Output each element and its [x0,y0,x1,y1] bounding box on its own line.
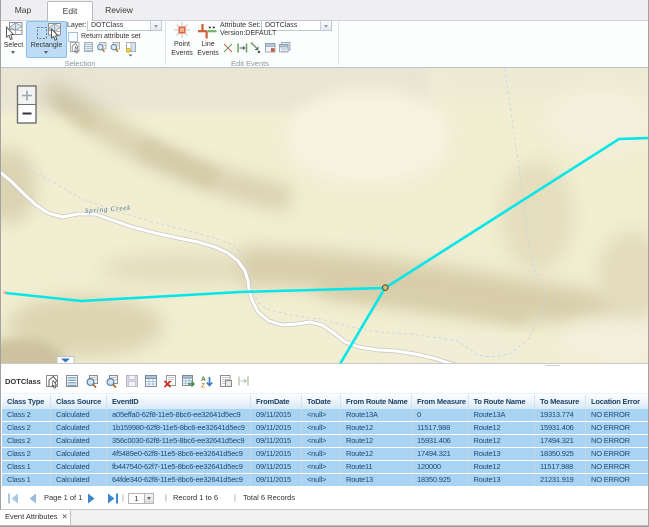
svg-text:Z: Z [201,383,205,390]
